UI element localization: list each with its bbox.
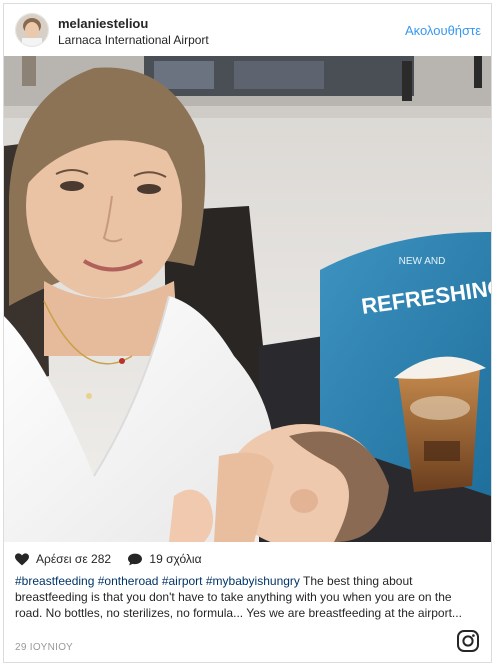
follow-button[interactable]: Ακολουθήστε bbox=[405, 23, 481, 38]
post-caption: #breastfeeding #ontheroad #airport #myba… bbox=[15, 573, 477, 621]
avatar[interactable] bbox=[15, 13, 49, 47]
post-photo[interactable]: NEW AND REFRESHING bbox=[4, 56, 491, 542]
comment-icon bbox=[128, 553, 143, 565]
post-date[interactable]: 29 ΙΟΥΝΙΟΥ bbox=[15, 642, 73, 653]
heart-icon bbox=[15, 552, 29, 565]
likes-label: Αρέσει σε 282 bbox=[36, 552, 112, 566]
post-header: melaniesteliou Larnaca International Air… bbox=[4, 4, 491, 56]
hashtag-airport[interactable]: #airport bbox=[162, 574, 203, 588]
comments-label: 19 σχόλια bbox=[149, 552, 202, 566]
instagram-embed-card: melaniesteliou Larnaca International Air… bbox=[3, 3, 492, 663]
comments-stat[interactable]: 19 σχόλια bbox=[128, 552, 202, 566]
hashtag-breastfeeding[interactable]: #breastfeeding bbox=[15, 574, 94, 588]
location-link[interactable]: Larnaca International Airport bbox=[58, 33, 209, 47]
post-stats: Αρέσει σε 282 19 σχόλια bbox=[15, 552, 216, 568]
hashtag-ontheroad[interactable]: #ontheroad bbox=[98, 574, 159, 588]
likes-stat[interactable]: Αρέσει σε 282 bbox=[15, 552, 111, 566]
username[interactable]: melaniesteliou bbox=[58, 16, 148, 31]
sign-small-text: NEW AND bbox=[399, 256, 446, 267]
hashtag-mybabyishungry[interactable]: #mybabyishungry bbox=[206, 574, 300, 588]
instagram-logo-icon[interactable] bbox=[457, 630, 479, 652]
